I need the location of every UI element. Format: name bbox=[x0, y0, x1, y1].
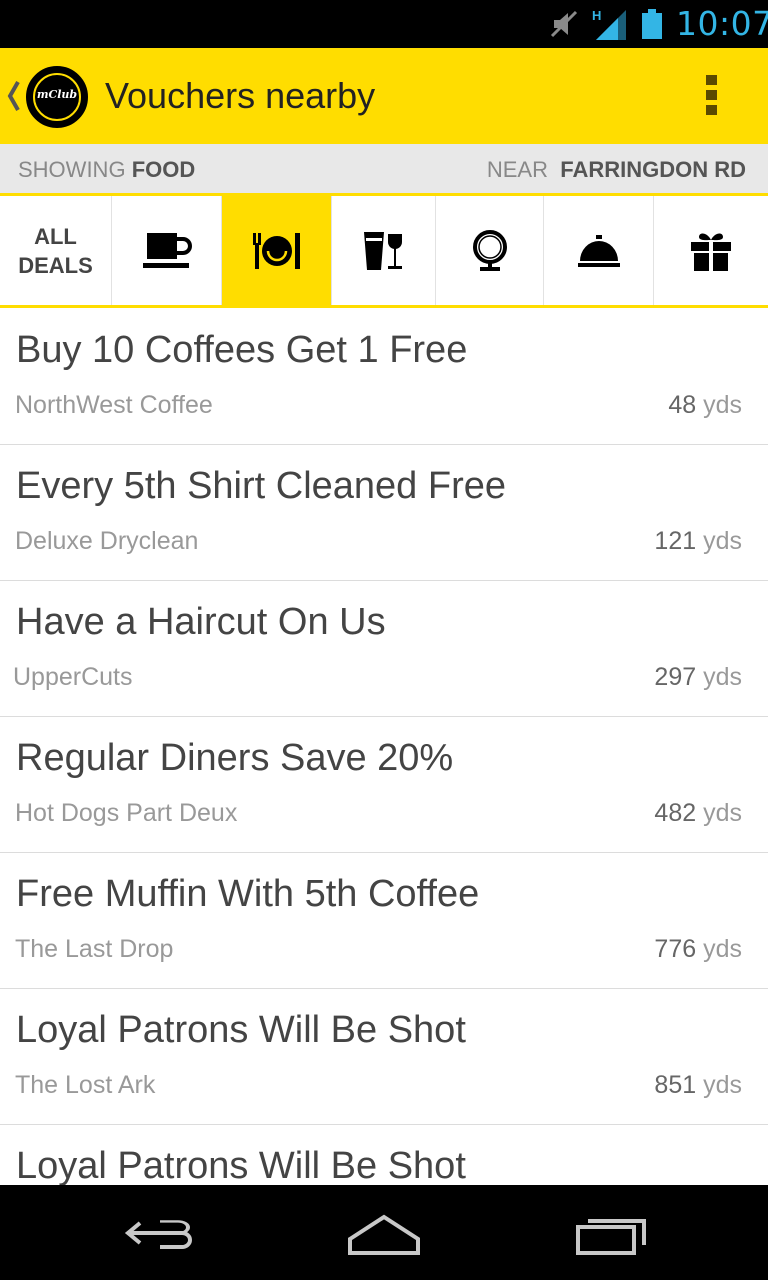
showing-value: FOOD bbox=[131, 157, 196, 182]
list-item[interactable]: Loyal Patrons Will Be Shot The Lost Ark … bbox=[0, 989, 768, 1125]
tab-coffee[interactable] bbox=[112, 196, 222, 305]
voucher-place: Deluxe Dryclean bbox=[15, 527, 199, 555]
tab-drinks[interactable] bbox=[332, 196, 436, 305]
voucher-place: The Lost Ark bbox=[15, 1071, 156, 1099]
list-item[interactable]: Free Muffin With 5th Coffee The Last Dro… bbox=[0, 853, 768, 989]
mirror-icon bbox=[472, 229, 507, 271]
voucher-distance: 48 yds bbox=[668, 391, 742, 419]
voucher-distance: 297 yds bbox=[654, 663, 742, 691]
list-item[interactable]: Regular Diners Save 20% Hot Dogs Part De… bbox=[0, 717, 768, 853]
voucher-title: Free Muffin With 5th Coffee bbox=[16, 873, 480, 915]
voucher-title: Loyal Patrons Will Be Shot bbox=[16, 1145, 466, 1185]
voucher-place: Hot Dogs Part Deux bbox=[15, 799, 238, 827]
signal-icon: H bbox=[592, 8, 626, 40]
voucher-title: Regular Diners Save 20% bbox=[16, 737, 454, 779]
voucher-title: Loyal Patrons Will Be Shot bbox=[16, 1009, 466, 1051]
list-item[interactable]: Loyal Patrons Will Be Shot bbox=[0, 1125, 768, 1185]
voucher-place: NorthWest Coffee bbox=[15, 391, 213, 419]
filter-bar: SHOWING FOOD NEAR FARRINGDON RD bbox=[0, 144, 768, 196]
coffee-cup-icon bbox=[142, 232, 192, 268]
voucher-title: Have a Haircut On Us bbox=[16, 601, 386, 643]
tab-food[interactable] bbox=[222, 196, 332, 305]
svg-text:H: H bbox=[592, 8, 601, 23]
category-tabs: ALL DEALS bbox=[0, 196, 768, 308]
home-icon[interactable] bbox=[344, 1209, 424, 1257]
gift-icon bbox=[691, 233, 731, 272]
list-item[interactable]: Buy 10 Coffees Get 1 Free NorthWest Coff… bbox=[0, 309, 768, 445]
voucher-distance: 851 yds bbox=[654, 1071, 742, 1099]
mute-icon bbox=[550, 10, 578, 38]
list-item[interactable]: Every 5th Shirt Cleaned Free Deluxe Dryc… bbox=[0, 445, 768, 581]
app-logo[interactable]: mClub bbox=[26, 66, 88, 128]
voucher-place: The Last Drop bbox=[15, 935, 174, 963]
overflow-menu-icon[interactable] bbox=[696, 70, 726, 122]
near-value: FARRINGDON RD bbox=[560, 157, 746, 182]
battery-icon bbox=[642, 9, 662, 39]
navigation-bar bbox=[0, 1185, 768, 1280]
cloche-icon bbox=[577, 234, 620, 267]
status-bar: H 10:07 bbox=[0, 0, 768, 48]
voucher-place: UpperCuts bbox=[13, 663, 133, 691]
clock: 10:07 bbox=[676, 4, 768, 43]
voucher-list: Buy 10 Coffees Get 1 Free NorthWest Coff… bbox=[0, 309, 768, 1185]
voucher-distance: 482 yds bbox=[654, 799, 742, 827]
voucher-distance: 776 yds bbox=[654, 935, 742, 963]
plate-cutlery-icon bbox=[252, 232, 300, 269]
recent-apps-icon[interactable] bbox=[572, 1209, 652, 1257]
voucher-title: Buy 10 Coffees Get 1 Free bbox=[16, 329, 468, 371]
page-title: Vouchers nearby bbox=[105, 75, 376, 116]
back-icon[interactable] bbox=[120, 1209, 200, 1257]
action-bar: mClub Vouchers nearby bbox=[0, 48, 768, 144]
tab-beauty[interactable] bbox=[436, 196, 544, 305]
voucher-title: Every 5th Shirt Cleaned Free bbox=[16, 465, 507, 507]
tab-dining[interactable] bbox=[544, 196, 654, 305]
drinks-icon bbox=[363, 231, 402, 270]
voucher-distance: 121 yds bbox=[654, 527, 742, 555]
tab-all-deals[interactable]: ALL DEALS bbox=[0, 196, 112, 305]
up-caret-icon[interactable] bbox=[6, 78, 22, 114]
list-item[interactable]: Have a Haircut On Us UpperCuts 297 yds bbox=[0, 581, 768, 717]
near-filter[interactable]: NEAR FARRINGDON RD bbox=[487, 154, 746, 186]
showing-filter[interactable]: SHOWING FOOD bbox=[18, 154, 195, 186]
tab-gifts[interactable] bbox=[654, 196, 768, 305]
